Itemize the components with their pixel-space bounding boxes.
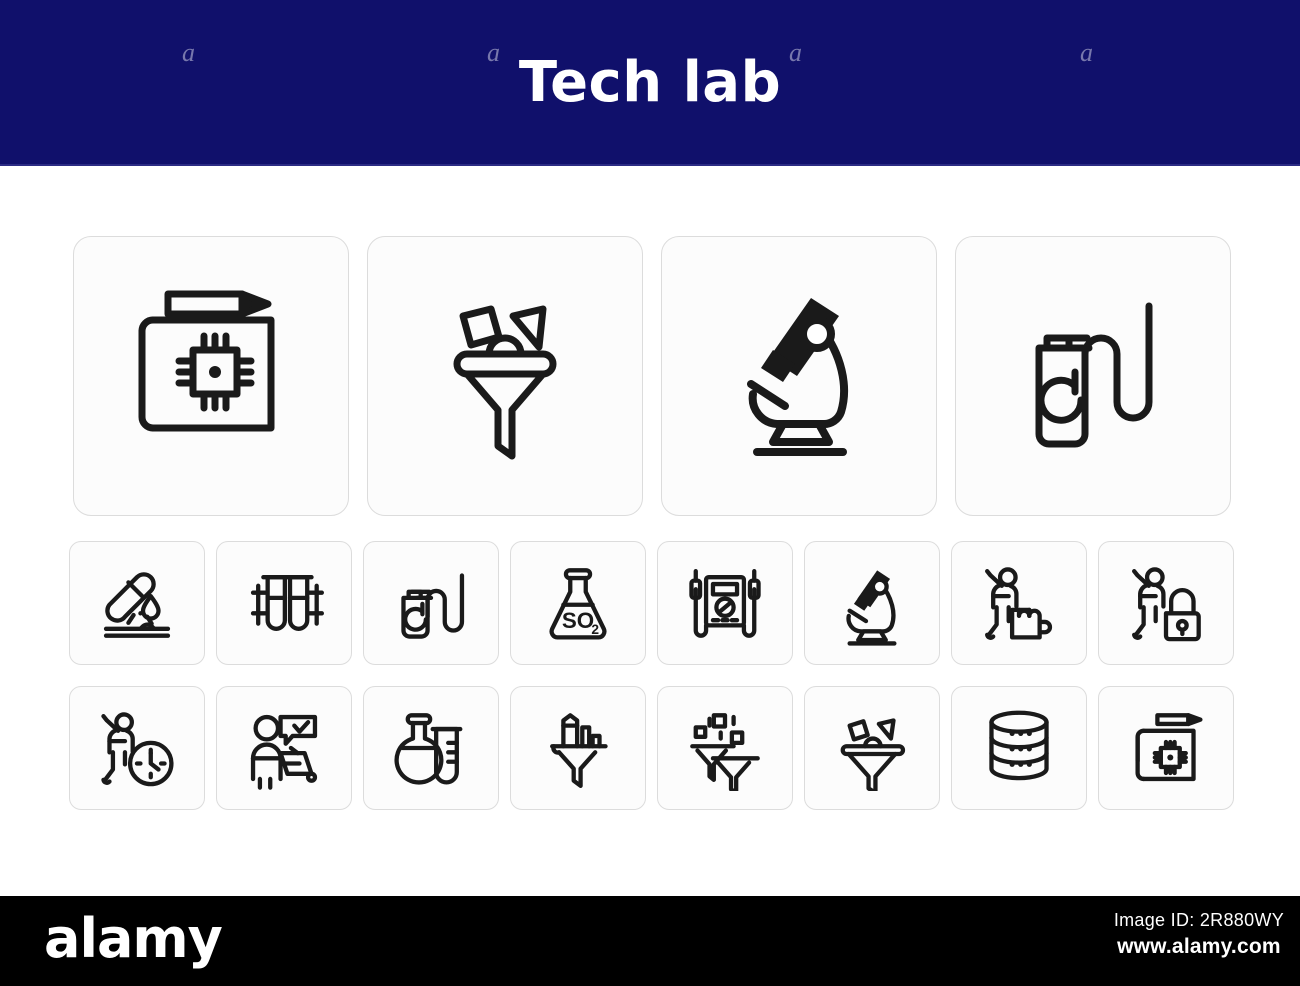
chip-core-dot	[1167, 754, 1174, 761]
gas-canister-coil-icon	[401, 573, 465, 639]
icon-tile-microscope[interactable]	[804, 541, 940, 665]
icon-tile-database-stack[interactable]	[951, 686, 1087, 810]
test-tubes-rack-icon	[250, 575, 324, 631]
icon-tile-blueprint-microchip-pencil[interactable]	[1098, 686, 1234, 810]
flask-formula-text: SO	[562, 608, 594, 633]
person-presentation-check-icon	[250, 714, 318, 790]
icon-tile-double-funnel-squares[interactable]	[657, 686, 793, 810]
watermark-letter-a: a	[789, 38, 802, 67]
test-tube-drop-icon	[103, 572, 171, 638]
person-clock-icon	[101, 712, 174, 787]
image-id-label: Image ID: 2R880WY	[1113, 910, 1284, 930]
watermark-letter-a: a	[1080, 38, 1093, 67]
person-padlock-icon	[1132, 567, 1201, 642]
database-stack-icon	[989, 710, 1049, 781]
icon-tile-flask-so2[interactable]: SO 2	[510, 541, 646, 665]
icon-tile-funnel-shapes[interactable]	[804, 686, 940, 810]
icon-tile-blueprint-microchip-pencil[interactable]	[73, 236, 349, 516]
icon-tile-person-clock[interactable]	[69, 686, 205, 810]
person-puzzle-icon	[985, 567, 1053, 640]
icon-tile-flask-test-tube[interactable]	[363, 686, 499, 810]
footer-watermark-bar: alamy Image ID: 2R880WY www.alamy.com	[0, 896, 1300, 986]
double-funnel-squares-icon	[690, 713, 760, 791]
funnel-shapes-icon	[840, 718, 906, 791]
alamy-url: www.alamy.com	[1117, 935, 1281, 958]
icon-tile-person-presentation-check[interactable]	[216, 686, 352, 810]
alamy-logo: alamy	[44, 907, 223, 970]
icon-set-poster: a a a a Tech lab a a	[0, 0, 1300, 986]
footer-meta: Image ID: 2R880WY www.alamy.com	[1114, 910, 1284, 959]
multimeter-icon	[689, 569, 761, 638]
funnel-bar-chart-icon	[550, 713, 608, 788]
flask-test-tube-icon	[394, 713, 463, 785]
icon-tile-microscope[interactable]	[661, 236, 937, 516]
blueprint-microchip-pencil-icon	[1135, 713, 1203, 782]
chip-core-dot	[209, 366, 221, 378]
icon-grid: a a	[0, 166, 1300, 840]
flask-formula-subscript: 2	[591, 622, 599, 637]
gas-canister-coil-icon	[1035, 302, 1153, 448]
microscope-knob	[870, 577, 889, 596]
microscope-icon	[747, 298, 848, 456]
icon-tile-gas-canister-coil[interactable]	[955, 236, 1231, 516]
icon-tile-funnel-bar-chart[interactable]	[510, 686, 646, 810]
icon-tile-multimeter[interactable]	[657, 541, 793, 665]
icon-tile-test-tube-drop[interactable]	[69, 541, 205, 665]
header-banner: a a a a Tech lab	[0, 0, 1300, 167]
funnel-shapes-icon	[453, 305, 557, 460]
microscope-knob	[799, 316, 835, 352]
flask-so2-icon: SO 2	[549, 568, 607, 640]
icon-tile-person-puzzle[interactable]	[951, 541, 1087, 665]
blueprint-microchip-pencil-icon	[138, 290, 275, 432]
icon-tile-person-padlock[interactable]	[1098, 541, 1234, 665]
watermark-letter-a: a	[487, 38, 500, 67]
icon-tile-funnel-shapes[interactable]	[367, 236, 643, 516]
icon-tile-gas-canister-coil[interactable]	[363, 541, 499, 665]
icon-tile-test-tubes-rack[interactable]	[216, 541, 352, 665]
page-title: Tech lab	[518, 50, 782, 115]
microscope-icon	[846, 570, 897, 646]
watermark-letter-a: a	[182, 38, 195, 67]
